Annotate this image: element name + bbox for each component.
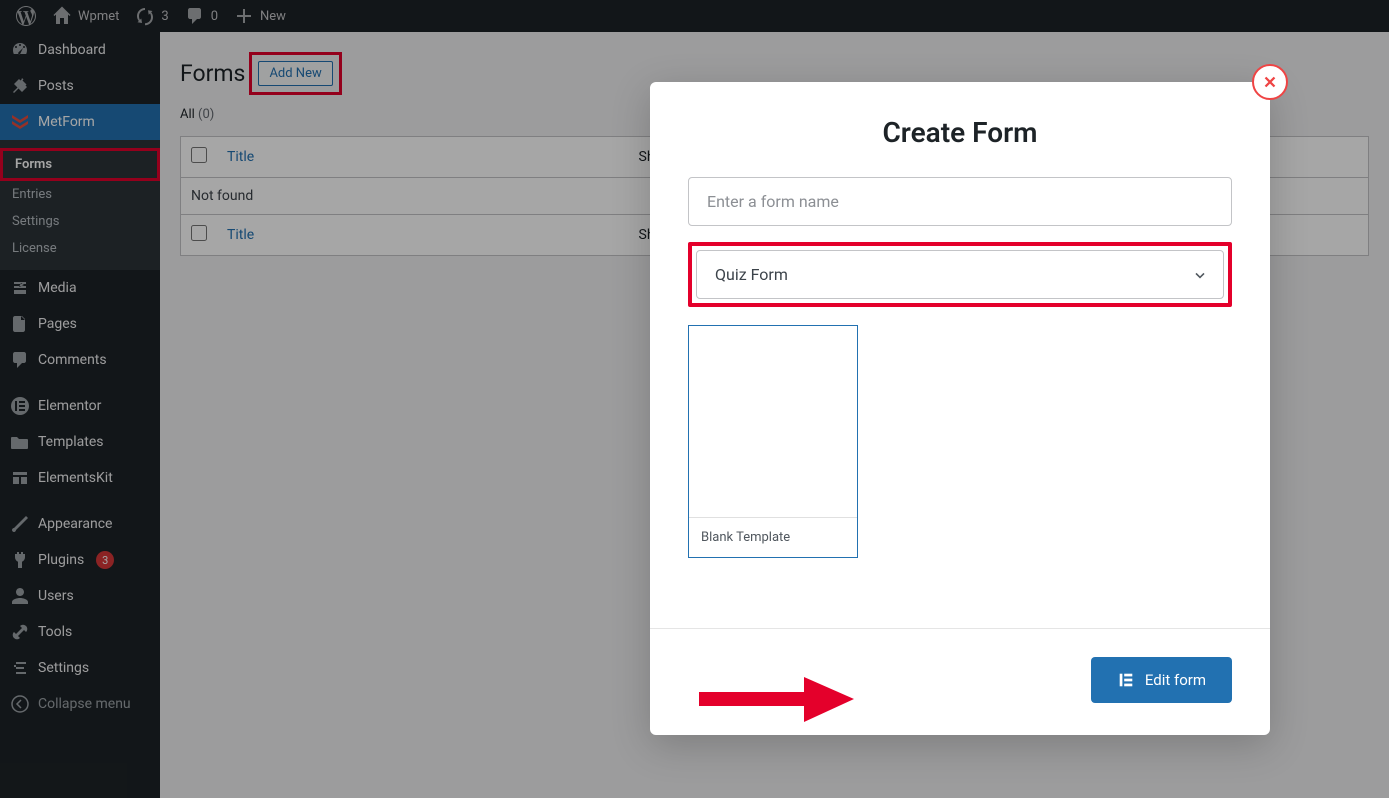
modal-close-button[interactable] [1252,64,1288,100]
elementor-edit-icon [1117,671,1135,689]
create-form-modal: Create Form Quiz Form Blank Template Edi… [650,82,1270,735]
form-name-input[interactable] [688,177,1232,226]
modal-title: Create Form [650,82,1270,177]
template-blank[interactable]: Blank Template [688,325,858,558]
form-type-select[interactable]: Quiz Form [696,250,1224,299]
annotation-arrow [694,672,859,731]
edit-form-label: Edit form [1145,671,1206,689]
modal-body: Quiz Form Blank Template [650,177,1270,588]
close-icon [1261,73,1279,91]
highlight-box-select: Quiz Form [688,242,1232,307]
form-type-select-wrap: Quiz Form [696,250,1224,299]
edit-form-button[interactable]: Edit form [1091,657,1232,703]
template-preview [689,326,857,518]
template-label: Blank Template [689,518,857,557]
